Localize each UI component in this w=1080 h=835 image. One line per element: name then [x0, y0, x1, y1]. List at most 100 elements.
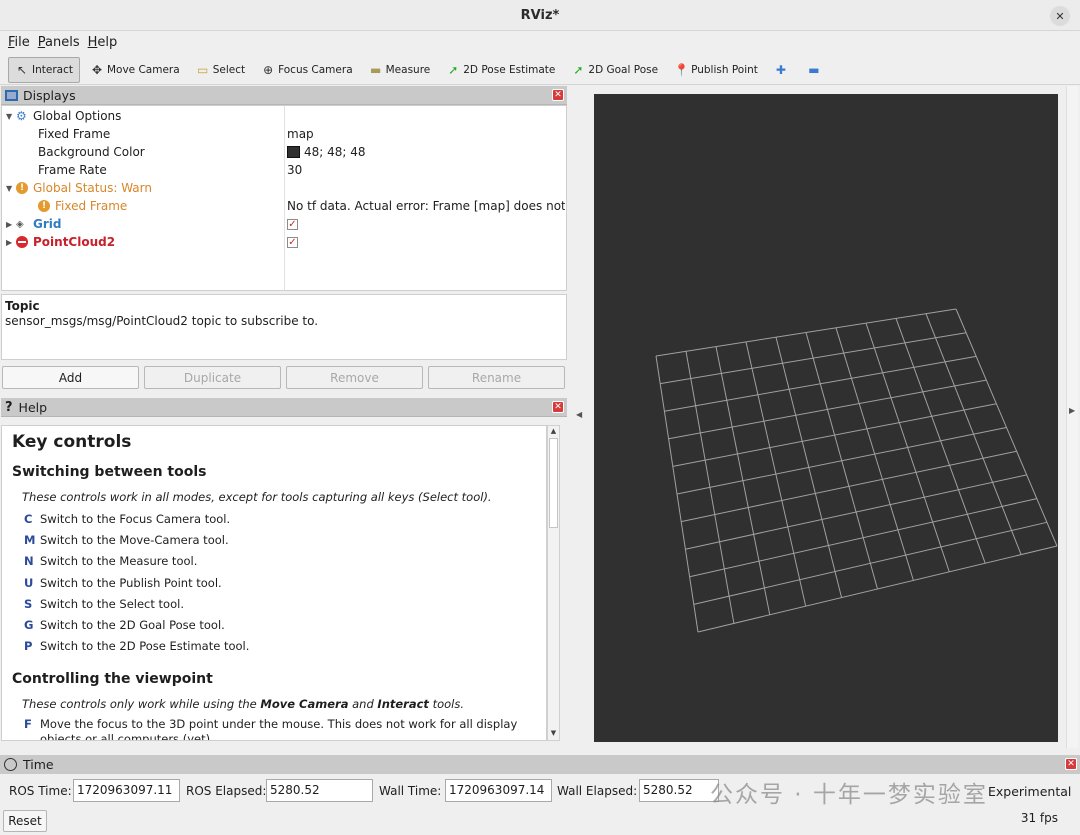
- toolbar: ↖ Interact ✥ Move Camera ▭ Select ⊕ Focus Camer…: [0, 55, 1080, 85]
- clock-icon: [4, 758, 17, 771]
- gear-icon: ⚙: [16, 109, 27, 123]
- tree-row-pointcloud2[interactable]: ▶ PointCloud2 ✓: [2, 233, 566, 251]
- tool-select[interactable]: ▭ Select: [190, 57, 251, 83]
- collapse-arrow-icon[interactable]: ▶: [6, 238, 16, 247]
- tool-2d-goal-pose[interactable]: ➚ 2D Goal Pose: [565, 57, 664, 83]
- frame-rate-label: Frame Rate: [38, 163, 107, 177]
- remove-tool-icon: ▬: [808, 62, 820, 77]
- grid-label: Grid: [33, 217, 62, 231]
- scroll-thumb[interactable]: [549, 438, 558, 528]
- expand-arrow-icon[interactable]: ▼: [6, 112, 16, 121]
- grid-line-h: [697, 545, 1058, 633]
- key-row: M Switch to the Move-Camera tool.: [24, 529, 536, 550]
- key-description: Switch to the Publish Point tool.: [40, 575, 222, 590]
- move-camera-icon: ✥: [91, 62, 103, 77]
- collapse-arrow-icon[interactable]: ▶: [6, 220, 16, 229]
- key-row: P Switch to the 2D Pose Estimate tool.: [24, 636, 536, 657]
- monitor-icon: [5, 89, 18, 101]
- tree-row-background-color[interactable]: Background Color 48; 48; 48: [2, 143, 566, 161]
- tree-row-fixed-frame[interactable]: Fixed Frame map: [2, 125, 566, 143]
- tree-row-grid[interactable]: ▶ ◈ Grid ✓: [2, 215, 566, 233]
- expand-right-icon[interactable]: ▶: [1069, 406, 1075, 415]
- menu-help[interactable]: Help: [88, 35, 118, 50]
- remove-button[interactable]: Remove: [286, 366, 423, 389]
- tool-2d-pose-estimate[interactable]: ➚ 2D Pose Estimate: [440, 57, 561, 83]
- tool-move-camera[interactable]: ✥ Move Camera: [84, 57, 186, 83]
- key-letter: S: [24, 596, 33, 611]
- rename-button[interactable]: Rename: [428, 366, 565, 389]
- displays-tree: ▼ ⚙ Global Options Fixed Frame map Backgro…: [1, 105, 567, 291]
- section-controlling-viewpoint: Controlling the viewpoint: [12, 671, 213, 688]
- ros-elapsed-label: ROS Elapsed:: [186, 784, 267, 798]
- color-swatch[interactable]: [287, 146, 300, 158]
- background-color-label: Background Color: [38, 145, 145, 159]
- menu-panels[interactable]: Panels: [38, 35, 80, 50]
- tool-add-tool[interactable]: ✚: [768, 57, 797, 83]
- tool-label: Measure: [385, 63, 431, 76]
- wall-elapsed-field[interactable]: 5280.52: [639, 779, 719, 802]
- experimental-checkbox-label[interactable]: Experimental: [988, 784, 1071, 799]
- description-heading: Topic: [5, 299, 40, 313]
- focus-camera-icon: ⊕: [263, 62, 274, 77]
- close-window-button[interactable]: ✕: [1050, 6, 1070, 26]
- key-row: C Switch to the Focus Camera tool.: [24, 508, 536, 529]
- tool-label: Move Camera: [106, 63, 180, 76]
- tool-remove-tool[interactable]: ▬: [801, 57, 830, 83]
- global-status-label: Global Status: Warn: [33, 181, 152, 195]
- tool-interact[interactable]: ↖ Interact: [8, 56, 80, 83]
- grid-enabled-checkbox[interactable]: ✓: [287, 218, 298, 230]
- key-description: Switch to the Measure tool.: [40, 554, 198, 569]
- tree-row-global-options[interactable]: ▼ ⚙ Global Options: [2, 107, 566, 125]
- close-help-button[interactable]: ✕: [552, 401, 564, 413]
- key-letter: M: [24, 532, 36, 547]
- tree-row-status-fixed-frame[interactable]: ! Fixed Frame No tf data. Actual error: F…: [2, 197, 566, 215]
- tool-focus-camera[interactable]: ⊕ Focus Camera: [255, 57, 359, 83]
- watermark: 公众号 · 十年一梦实验室: [710, 782, 988, 808]
- key-row: S Switch to the Select tool.: [24, 593, 536, 614]
- help-panel-header: ? Help ✕: [1, 398, 567, 417]
- close-displays-button[interactable]: ✕: [552, 89, 564, 101]
- help-title: Help: [18, 399, 48, 415]
- key-row: U Switch to the Publish Point tool.: [24, 572, 536, 593]
- time-panel-header: Time ✕: [0, 755, 1080, 774]
- reset-button[interactable]: Reset: [3, 810, 47, 832]
- fixed-frame-value[interactable]: map: [287, 125, 565, 143]
- right-dock-scrollbar[interactable]: ▶: [1066, 86, 1078, 748]
- background-color-value[interactable]: 48; 48; 48: [304, 145, 366, 159]
- pointcloud2-enabled-checkbox[interactable]: ✓: [287, 236, 298, 248]
- status-fixed-frame-label: Fixed Frame: [55, 199, 128, 213]
- warning-icon: !: [16, 182, 28, 194]
- ros-time-field[interactable]: 1720963097.11: [73, 779, 180, 802]
- tool-measure[interactable]: ▬ Measure: [363, 57, 437, 83]
- status-fixed-frame-value: No tf data. Actual error: Frame [map] do…: [287, 199, 565, 213]
- error-icon: [16, 236, 28, 248]
- add-button[interactable]: Add: [2, 366, 139, 389]
- scroll-up-icon[interactable]: ▲: [549, 427, 558, 437]
- tool-label: 2D Goal Pose: [588, 63, 659, 76]
- close-time-button[interactable]: ✕: [1065, 758, 1077, 770]
- time-title: Time: [23, 757, 54, 772]
- key-letter: P: [24, 639, 33, 654]
- splitter-collapse-icon[interactable]: ◀: [576, 410, 582, 419]
- ros-elapsed-field[interactable]: 5280.52: [266, 779, 373, 802]
- expand-arrow-icon[interactable]: ▼: [6, 184, 16, 193]
- grid-icon: ◈: [16, 218, 24, 230]
- help-scrollbar[interactable]: ▲ ▼: [547, 425, 560, 741]
- key-letter: G: [24, 618, 34, 633]
- tree-row-frame-rate[interactable]: Frame Rate 30: [2, 161, 566, 179]
- key-description: Switch to the Select tool.: [40, 596, 184, 611]
- section-note-viewpoint: These controls only work while using the…: [22, 697, 465, 712]
- key-description: Switch to the Move-Camera tool.: [40, 532, 229, 547]
- frame-rate-value[interactable]: 30: [287, 161, 565, 179]
- key-letter: F: [24, 716, 32, 731]
- section-note: These controls work in all modes, except…: [22, 490, 492, 504]
- tree-row-global-status[interactable]: ▼! Global Status: Warn: [2, 179, 566, 197]
- fps-readout: 31 fps: [1020, 811, 1058, 825]
- scroll-down-icon[interactable]: ▼: [549, 729, 558, 739]
- render-viewport[interactable]: [594, 94, 1058, 742]
- wall-time-label: Wall Time:: [379, 784, 442, 798]
- duplicate-button[interactable]: Duplicate: [144, 366, 281, 389]
- tool-publish-point[interactable]: 📍 Publish Point: [668, 57, 764, 83]
- menu-file[interactable]: File: [8, 35, 30, 50]
- wall-time-field[interactable]: 1720963097.14: [445, 779, 552, 802]
